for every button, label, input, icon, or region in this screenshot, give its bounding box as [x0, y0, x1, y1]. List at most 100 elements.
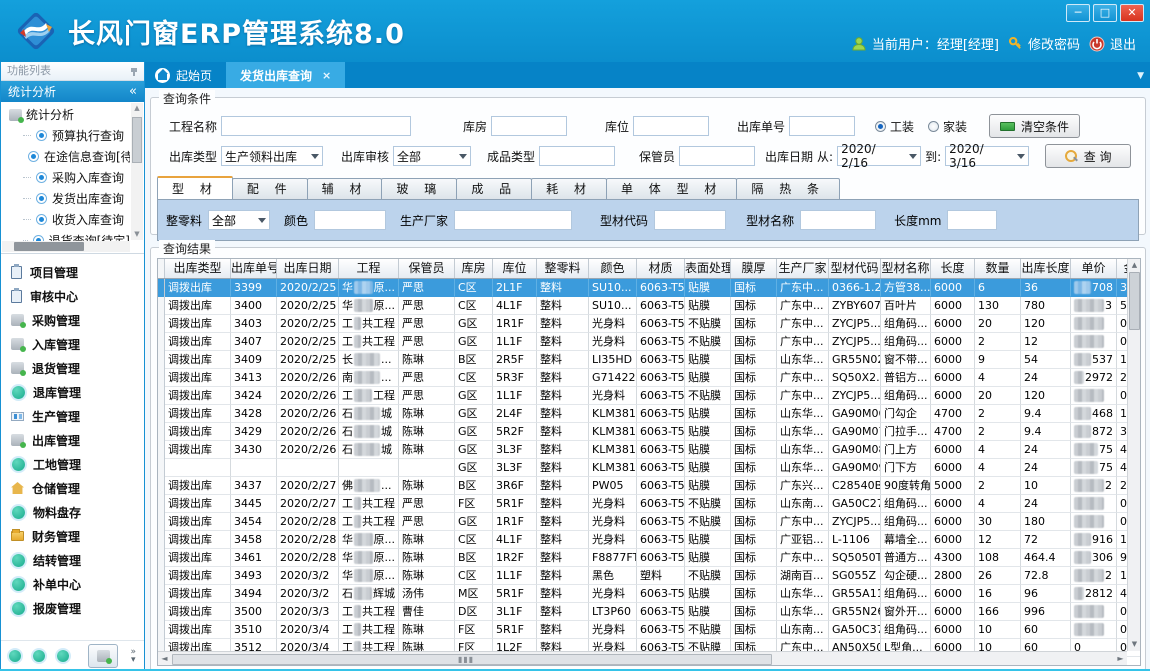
- tree-item[interactable]: 采购入库查询: [3, 167, 130, 188]
- table-row[interactable]: 调拨出库35102020/3/4工共工程陈琳F区5R1F整料光身料6063-T5…: [158, 621, 1141, 639]
- tab-shipping-outbound-query[interactable]: 发货出库查询 ×: [226, 62, 345, 88]
- scroll-up-icon[interactable]: ▲: [131, 103, 143, 114]
- minimize-button[interactable]: ─: [1066, 4, 1090, 22]
- column-header-4[interactable]: 工程: [339, 259, 399, 278]
- column-header-12[interactable]: 膜厚: [731, 259, 777, 278]
- sidebar-item-财务管理[interactable]: 财务管理: [11, 524, 144, 548]
- column-header-2[interactable]: 出库单号: [231, 259, 277, 278]
- table-row[interactable]: 调拨出库34582020/2/28华原...陈琳C区4L1F整料光身料6063-…: [158, 531, 1141, 549]
- scroll-up-icon[interactable]: ▲: [1128, 259, 1141, 272]
- scroll-down-icon[interactable]: ▼: [131, 229, 143, 240]
- profile-name-input[interactable]: [800, 210, 876, 230]
- change-password-button[interactable]: 修改密码: [1008, 34, 1080, 53]
- tab-close-icon[interactable]: ×: [322, 69, 331, 82]
- cart-module-button[interactable]: [88, 644, 118, 668]
- table-row[interactable]: 调拨出库34132020/2/26南...严思C区5R3F整料G71422606…: [158, 369, 1141, 387]
- sidebar-item-入库管理[interactable]: 入库管理: [11, 332, 144, 356]
- search-button[interactable]: 查 询: [1045, 144, 1131, 168]
- table-row[interactable]: 调拨出库34032020/2/25工共工程严思G区1R1F整料光身料6063-T…: [158, 315, 1141, 333]
- grid-horizontal-scrollbar[interactable]: ◄ ▮▮▮ ►: [158, 651, 1127, 665]
- project-name-input[interactable]: [221, 116, 411, 136]
- date-from-select[interactable]: 2020/ 2/16: [837, 146, 921, 166]
- tab-overflow-icon[interactable]: ▼: [1137, 71, 1144, 81]
- tree-item[interactable]: 发货出库查询: [3, 188, 130, 209]
- whole-part-select[interactable]: 全部: [208, 210, 270, 230]
- column-header-3[interactable]: 出库日期: [277, 259, 339, 278]
- scroll-down-icon[interactable]: ▼: [1128, 638, 1141, 651]
- overflow-chevron-icon[interactable]: »▾: [130, 648, 136, 664]
- material-tab-6[interactable]: 耗 材: [531, 178, 607, 199]
- material-tab-2[interactable]: 配 件: [232, 178, 308, 199]
- tab-home[interactable]: 起始页: [145, 62, 226, 88]
- material-tab-7[interactable]: 单 体 型 材: [606, 178, 737, 199]
- table-row[interactable]: 调拨出库34072020/2/25工共工程严思G区1L1F整料光身料6063-T…: [158, 333, 1141, 351]
- radio-home-install[interactable]: [928, 121, 939, 132]
- product-type-input[interactable]: [539, 146, 615, 166]
- material-tab-4[interactable]: 玻 璃: [381, 178, 457, 199]
- collapse-icon[interactable]: «: [129, 82, 137, 102]
- sidebar-item-审核中心[interactable]: 审核中心: [11, 284, 144, 308]
- maximize-button[interactable]: □: [1093, 4, 1117, 22]
- column-header-19[interactable]: 单价: [1071, 259, 1117, 278]
- table-row[interactable]: 调拨出库34002020/2/25华原...严思C区4L1F整料SU10...6…: [158, 297, 1141, 315]
- column-header-15[interactable]: 型材名称: [881, 259, 931, 278]
- scroll-left-icon[interactable]: ◄: [158, 652, 171, 665]
- color-input[interactable]: [314, 210, 386, 230]
- sidebar-item-物料盘存[interactable]: 物料盘存: [11, 500, 144, 524]
- column-header-11[interactable]: 表面处理: [685, 259, 731, 278]
- table-row[interactable]: 调拨出库34242020/2/26工工程严思G区1L1F整料光身料6063-T5…: [158, 387, 1141, 405]
- column-header-8[interactable]: 整零料: [537, 259, 589, 278]
- location-input[interactable]: [633, 116, 709, 136]
- column-header-5[interactable]: 保管员: [399, 259, 455, 278]
- sidebar-item-项目管理[interactable]: 项目管理: [11, 260, 144, 284]
- out-type-select[interactable]: 生产领料出库: [221, 146, 323, 166]
- column-header-17[interactable]: 数量: [975, 259, 1021, 278]
- sidebar-item-补单中心[interactable]: 补单中心: [11, 572, 144, 596]
- radio-work-install[interactable]: [875, 121, 886, 132]
- table-row[interactable]: 调拨出库34282020/2/26石城陈琳G区2L4F整料KLM38176063…: [158, 405, 1141, 423]
- logout-button[interactable]: 退出: [1089, 34, 1136, 53]
- grid-vertical-scrollbar[interactable]: ▲ ▼: [1127, 259, 1140, 651]
- sidebar-item-生产管理[interactable]: 生产管理: [11, 404, 144, 428]
- close-button[interactable]: ✕: [1120, 4, 1144, 22]
- table-row[interactable]: 调拨出库34612020/2/28华原...陈琳B区1R2F整料F8877FT6…: [158, 549, 1141, 567]
- keeper-input[interactable]: [679, 146, 755, 166]
- table-row[interactable]: 调拨出库34452020/2/27工共工程严思F区5R1F整料光身料6063-T…: [158, 495, 1141, 513]
- warehouse-input[interactable]: [491, 116, 567, 136]
- tree-vscroll-thumb[interactable]: [132, 117, 142, 163]
- tree-root-statistics[interactable]: 统计分析: [3, 104, 130, 125]
- table-row[interactable]: 调拨出库34302020/2/26石城陈琳G区3L3F整料KLM38176063…: [158, 441, 1141, 459]
- quick-module-icon[interactable]: [33, 650, 45, 662]
- sidebar-item-结转管理[interactable]: 结转管理: [11, 548, 144, 572]
- order-no-input[interactable]: [789, 116, 855, 136]
- profile-code-input[interactable]: [654, 210, 726, 230]
- column-header-16[interactable]: 长度: [931, 259, 975, 278]
- table-row[interactable]: G区3L3F整料KLM38176063-T5贴膜国标山东华...GA90M09.…: [158, 459, 1141, 477]
- table-row[interactable]: 调拨出库34932020/3/2华原...陈琳C区1L1F整料黑色塑料不贴膜国标…: [158, 567, 1141, 585]
- material-tab-5[interactable]: 成 品: [456, 178, 532, 199]
- sidebar-item-仓储管理[interactable]: 仓储管理: [11, 476, 144, 500]
- sidebar-section-header[interactable]: 统计分析 «: [1, 81, 144, 102]
- tree-item[interactable]: 在途信息查询[待: [3, 146, 130, 167]
- manufacturer-input[interactable]: [454, 210, 572, 230]
- table-row[interactable]: 调拨出库34292020/2/26石城陈琳G区5R2F整料KLM38176063…: [158, 423, 1141, 441]
- table-row[interactable]: 调拨出库34942020/3/2石辉城汤伟M区5R1F整料光身料6063-T5贴…: [158, 585, 1141, 603]
- column-header-10[interactable]: 材质: [637, 259, 685, 278]
- column-header-14[interactable]: 型材代码: [829, 259, 881, 278]
- material-tab-8[interactable]: 隔 热 条: [736, 178, 840, 199]
- material-tab-1[interactable]: 型 材: [157, 176, 233, 199]
- sidebar-item-采购管理[interactable]: 采购管理: [11, 308, 144, 332]
- tree-item[interactable]: 退货查询[待定]: [3, 230, 130, 241]
- column-header-18[interactable]: 出库长度: [1021, 259, 1071, 278]
- sidebar-item-退货管理[interactable]: 退货管理: [11, 356, 144, 380]
- tree-hscroll-thumb[interactable]: [14, 242, 84, 251]
- column-header-7[interactable]: 库位: [493, 259, 537, 278]
- table-row[interactable]: 调拨出库34372020/2/27佛...陈琳B区3R6F整料PW056063-…: [158, 477, 1141, 495]
- tree-item[interactable]: 预算执行查询: [3, 125, 130, 146]
- sidebar-item-出库管理[interactable]: 出库管理: [11, 428, 144, 452]
- audit-select[interactable]: 全部: [393, 146, 471, 166]
- clear-conditions-button[interactable]: 清空条件: [989, 114, 1080, 138]
- length-input[interactable]: [947, 210, 997, 230]
- sidebar-item-退库管理[interactable]: 退库管理: [11, 380, 144, 404]
- column-header-13[interactable]: 生产厂家: [777, 259, 829, 278]
